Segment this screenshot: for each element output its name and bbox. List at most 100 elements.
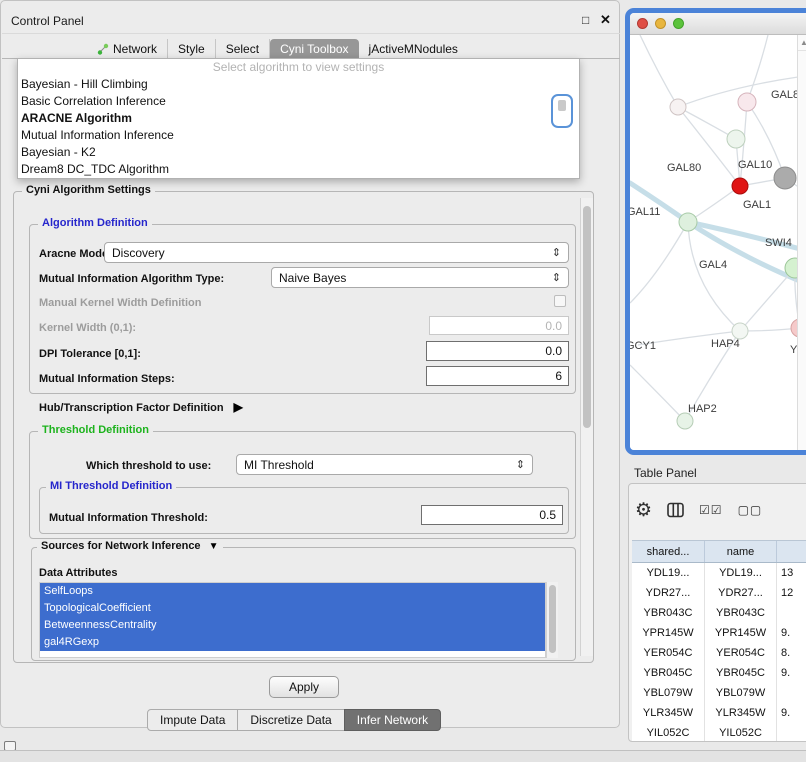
table-row[interactable]: YIL052CYIL052C — [632, 723, 806, 742]
settings-scrollbar-thumb[interactable] — [583, 206, 591, 428]
node-label: GAL8 — [771, 89, 799, 101]
table-cell: YIL052C — [705, 723, 777, 742]
combo-arrow-fragment — [558, 100, 566, 111]
algorithm-option[interactable]: Dream8 DC_TDC Algorithm — [18, 161, 579, 178]
algorithm-option[interactable]: Mutual Information Inference — [18, 127, 579, 144]
network-edge[interactable] — [688, 222, 806, 293]
algorithm-option[interactable]: Bayesian - K2 — [18, 144, 579, 161]
table-row[interactable]: YLR345WYLR345W9. — [632, 703, 806, 723]
chevron-right-icon[interactable]: ▶ — [234, 400, 243, 414]
network-node[interactable] — [679, 213, 697, 231]
node-label: HAP2 — [688, 403, 717, 415]
tab-cyni-toolbox[interactable]: Cyni Toolbox — [270, 39, 358, 59]
table-cell: YER054C — [705, 643, 777, 663]
minimize-traffic-light[interactable] — [655, 18, 666, 29]
column-header[interactable]: name — [705, 541, 777, 562]
mi-type-select[interactable]: Naive Bayes ⇕ — [271, 267, 569, 288]
attribute-item[interactable]: TopologicalCoefficient — [40, 600, 545, 617]
mi-threshold-field[interactable]: 0.5 — [421, 505, 563, 525]
mi-steps-field[interactable]: 6 — [426, 366, 569, 386]
mi-type-label: Mutual Information Algorithm Type: — [39, 273, 224, 285]
attribute-item[interactable]: gal4RGexp — [40, 634, 545, 651]
close-panel-icon[interactable]: ✕ — [600, 12, 611, 28]
network-node[interactable] — [677, 413, 693, 429]
which-threshold-select[interactable]: MI Threshold ⇕ — [236, 454, 533, 475]
network-node[interactable] — [738, 93, 756, 111]
combo-updown-icon: ⇕ — [552, 271, 561, 284]
table-row[interactable]: YBL079WYBL079W — [632, 683, 806, 703]
network-node[interactable] — [732, 323, 748, 339]
column-header[interactable] — [777, 541, 806, 562]
settings-scrollbar[interactable] — [580, 198, 593, 656]
tab-jactivemnodules[interactable]: jActiveMNodules — [359, 39, 468, 59]
network-canvas[interactable]: GAL8GAL80GAL10GAL11GAL1SWI4GAL4GCY1HAP4H… — [630, 35, 806, 451]
data-attributes-label: Data Attributes — [39, 567, 117, 579]
bottom-tab-infer-network[interactable]: Infer Network — [344, 709, 441, 731]
network-node[interactable] — [727, 130, 745, 148]
column-header[interactable]: shared... — [632, 541, 705, 562]
node-label: GAL80 — [667, 162, 701, 174]
network-titlebar[interactable] — [630, 13, 806, 35]
clear-all-checks-icon[interactable]: ▢▢ — [738, 503, 763, 517]
columns-icon[interactable] — [667, 502, 684, 518]
table-row[interactable]: YDL19...YDL19...13 — [632, 563, 806, 583]
algorithm-option[interactable]: Basic Correlation Inference — [18, 93, 579, 110]
table-cell — [777, 603, 806, 623]
chevron-down-icon[interactable]: ▼ — [209, 541, 219, 552]
tab-network[interactable]: Network — [87, 39, 168, 59]
control-panel-title: Control Panel — [11, 14, 84, 28]
tab-style[interactable]: Style — [168, 39, 216, 59]
algorithm-option[interactable]: ARACNE Algorithm — [18, 110, 579, 127]
scroll-up-icon[interactable]: ▲ — [798, 35, 806, 51]
bottom-tab-discretize-data[interactable]: Discretize Data — [237, 709, 344, 731]
aracne-mode-select[interactable]: Discovery ⇕ — [104, 242, 569, 263]
table-row[interactable]: YBR043CYBR043C — [632, 603, 806, 623]
float-window-icon[interactable]: □ — [582, 13, 589, 27]
tab-select[interactable]: Select — [216, 39, 270, 59]
combo-focus-fragment[interactable] — [551, 94, 573, 128]
network-node[interactable] — [774, 167, 796, 189]
network-edge[interactable] — [747, 35, 768, 102]
table-row[interactable]: YDR27...YDR27...12 — [632, 583, 806, 603]
kernel-width-field[interactable]: 0.0 — [429, 316, 569, 335]
attribute-item[interactable]: SelfLoops — [40, 583, 545, 600]
network-edge[interactable] — [630, 222, 688, 303]
bottom-tab-impute-data[interactable]: Impute Data — [147, 709, 238, 731]
title-divider — [2, 33, 620, 34]
select-all-checks-icon[interactable]: ☑☑ — [699, 503, 723, 517]
hub-section-label[interactable]: Hub/Transcription Factor Definition ▶ — [39, 400, 243, 414]
table-cell: YLR345W — [632, 703, 705, 723]
algorithm-dropdown-list[interactable]: Select algorithm to view settingsBayesia… — [17, 58, 580, 179]
network-scrollbar[interactable]: ▲ — [797, 35, 806, 451]
table-cell: YIL052C — [632, 723, 705, 742]
attribute-item[interactable]: BetweennessCentrality — [40, 617, 545, 634]
network-edge[interactable] — [640, 35, 678, 107]
network-edge[interactable] — [678, 107, 736, 139]
apply-button-label: Apply — [289, 680, 319, 694]
gear-icon[interactable]: ⚙ — [635, 499, 652, 522]
dpi-tolerance-field[interactable]: 0.0 — [426, 341, 569, 361]
manual-kernel-checkbox[interactable] — [554, 295, 566, 307]
which-threshold-label: Which threshold to use: — [86, 460, 211, 472]
sources-title[interactable]: Sources for Network Inference ▼ — [37, 540, 223, 552]
network-node[interactable] — [670, 99, 686, 115]
network-edge[interactable] — [740, 268, 795, 331]
zoom-traffic-light[interactable] — [673, 18, 684, 29]
network-node[interactable] — [732, 178, 748, 194]
bottom-tabbar: Impute DataDiscretize DataInfer Network — [147, 709, 441, 731]
table-row[interactable]: YPR145WYPR145W9. — [632, 623, 806, 643]
close-traffic-light[interactable] — [637, 18, 648, 29]
network-view[interactable]: GAL8GAL80GAL10GAL11GAL1SWI4GAL4GCY1HAP4H… — [630, 35, 806, 451]
network-edge[interactable] — [630, 365, 685, 421]
table-cell: 9. — [777, 623, 806, 643]
algorithm-option[interactable]: Bayesian - Hill Climbing — [18, 76, 579, 93]
apply-button[interactable]: Apply — [269, 676, 339, 698]
attribute-list-scrollbar[interactable] — [546, 582, 558, 658]
attribute-list[interactable]: SelfLoopsTopologicalCoefficientBetweenne… — [39, 582, 546, 658]
tab-label: Cyni Toolbox — [280, 42, 348, 56]
attribute-list-scrollbar-thumb[interactable] — [549, 585, 556, 653]
combo-updown-icon: ⇕ — [516, 458, 525, 471]
table-row[interactable]: YER054CYER054C8. — [632, 643, 806, 663]
algorithm-definition-title: Algorithm Definition — [38, 217, 152, 229]
table-row[interactable]: YBR045CYBR045C9. — [632, 663, 806, 683]
